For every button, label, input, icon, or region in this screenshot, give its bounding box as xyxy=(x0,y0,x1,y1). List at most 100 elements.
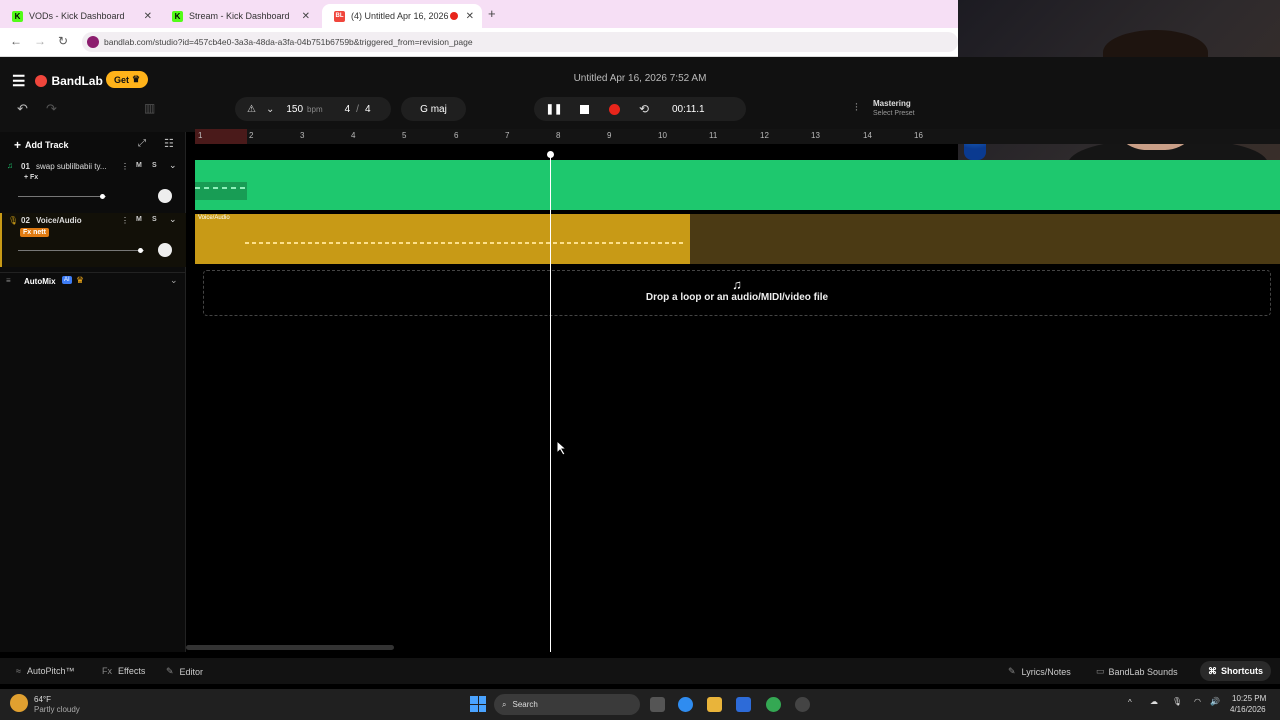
add-track-button[interactable]: + Add Track xyxy=(14,138,69,152)
bar-number: 12 xyxy=(760,131,769,140)
url-text: bandlab.com/studio?id=457cb4e0-3a3a-48da… xyxy=(104,37,473,47)
shortcuts-button[interactable]: ⌘ Shortcuts xyxy=(1200,661,1272,681)
url-field[interactable]: bandlab.com/studio?id=457cb4e0-3a3a-48da… xyxy=(82,32,958,52)
drop-zone[interactable]: ♫ Drop a loop or an audio/MIDI/video fil… xyxy=(203,270,1271,316)
wifi-icon[interactable]: ◠ xyxy=(1194,697,1201,706)
bar-number: 8 xyxy=(556,131,561,140)
file-explorer-icon[interactable] xyxy=(707,697,722,712)
playhead-handle[interactable] xyxy=(547,151,554,158)
settings-icon[interactable]: ☷ xyxy=(164,137,174,150)
bandlab-logo-icon xyxy=(35,75,48,87)
lyrics-button[interactable]: ✎ Lyrics/Notes xyxy=(1008,666,1071,677)
tab-stream[interactable]: K Stream - Kick Dashboard ✕ xyxy=(160,4,318,28)
chevron-up-icon[interactable]: ^ xyxy=(1128,698,1132,707)
tab-bandlab[interactable]: BL (4) Untitled Apr 16, 2026 7:... ✕ xyxy=(322,4,482,28)
more-icon[interactable]: ⋮ xyxy=(121,162,129,171)
bandlab-icon: BL xyxy=(334,10,345,22)
undo-icon[interactable]: ↶ xyxy=(17,101,28,117)
track-header-2[interactable]: 🎙 02 Voice/Audio ⋮ M S ⌄ Fx nett xyxy=(0,213,186,267)
track-lane-1[interactable] xyxy=(195,160,1280,210)
bar-number: 7 xyxy=(505,131,510,140)
tempo-value[interactable]: 150 xyxy=(286,104,303,115)
track-header-1[interactable]: ♫ 01 swap sublilbabii ty... ⋮ M S ⌄ + Fx xyxy=(0,159,186,213)
windows-taskbar: 64°F Partly cloudy ⌕ Search ^ ☁ 🎙 ◠ 🔊 10… xyxy=(0,689,1280,720)
back-icon[interactable]: ← xyxy=(10,34,22,48)
audio-region[interactable] xyxy=(195,182,247,200)
weather-icon xyxy=(10,694,28,712)
time-sig-num[interactable]: 4 xyxy=(345,104,351,115)
mute-button[interactable]: M xyxy=(136,216,142,223)
volume-slider[interactable] xyxy=(18,196,106,197)
edit-icon[interactable]: ⤢ xyxy=(138,138,146,149)
close-icon[interactable]: ✕ xyxy=(302,11,310,22)
chevron-down-icon[interactable]: ⌄ xyxy=(169,160,177,171)
volume-thumb[interactable] xyxy=(138,248,143,253)
lyrics-label: Lyrics/Notes xyxy=(1021,666,1071,677)
pause-icon[interactable]: ❚❚ xyxy=(544,99,564,119)
audio-region[interactable]: Voice/Audio xyxy=(195,214,690,264)
chevron-down-icon[interactable]: ⌄ xyxy=(266,104,274,115)
chrome-icon[interactable] xyxy=(766,697,781,712)
autopitch-label: AutoPitch™ xyxy=(26,666,75,676)
volume-thumb[interactable] xyxy=(100,194,105,199)
loop-region[interactable] xyxy=(195,129,247,144)
redo-icon[interactable]: ↷ xyxy=(46,101,57,117)
site-info-icon[interactable] xyxy=(87,36,99,48)
key-button[interactable]: G maj xyxy=(401,97,466,121)
track-name[interactable]: Voice/Audio xyxy=(36,216,82,225)
solo-button[interactable]: S xyxy=(152,162,157,169)
track-name[interactable]: swap sublilbabii ty... xyxy=(36,162,114,171)
time-sig-den[interactable]: 4 xyxy=(365,104,371,115)
more-icon[interactable]: ⋮ xyxy=(121,216,129,225)
automix-row[interactable]: ≡ AutoMix AI ♛ ⌄ xyxy=(0,272,186,288)
track-lane-2[interactable]: Voice/Audio xyxy=(195,214,1280,264)
get-label: Get xyxy=(114,74,130,85)
menu-icon[interactable]: ☰ xyxy=(12,72,25,90)
effects-button[interactable]: Fx Effects xyxy=(102,666,145,676)
editor-button[interactable]: ✎ Editor xyxy=(166,666,203,677)
store-icon[interactable] xyxy=(736,697,751,712)
loop-icon[interactable]: ⟲ xyxy=(634,99,654,119)
track-number: 02 xyxy=(21,216,30,225)
sounds-button[interactable]: ▭ BandLab Sounds xyxy=(1096,666,1178,677)
fx-button[interactable]: + Fx xyxy=(24,174,38,181)
waveform xyxy=(195,187,247,189)
keyboard-icon[interactable]: ▥ xyxy=(144,101,155,115)
microphone-icon[interactable]: 🎙 xyxy=(1172,697,1182,706)
app-icon[interactable] xyxy=(795,697,810,712)
clock-date[interactable]: 4/16/2026 xyxy=(1230,705,1266,714)
search-field[interactable]: ⌕ Search xyxy=(494,694,640,715)
mastering-button[interactable]: ⫶ Mastering Select Preset xyxy=(847,97,957,121)
horizontal-scrollbar[interactable] xyxy=(186,645,394,650)
chevron-down-icon[interactable]: ⌄ xyxy=(170,275,178,286)
chevron-down-icon[interactable]: ⌄ xyxy=(169,214,177,225)
playhead[interactable] xyxy=(550,154,551,652)
bar-number: 14 xyxy=(863,131,872,140)
tab-vods[interactable]: K VODs - Kick Dashboard ✕ xyxy=(0,4,160,28)
windows-start-icon[interactable] xyxy=(470,696,486,712)
volume-icon[interactable]: 🔊 xyxy=(1210,697,1220,706)
timeline-ruler[interactable]: 1 2 3 4 5 6 7 8 9 10 11 12 13 14 16 xyxy=(195,129,1280,144)
reload-icon[interactable]: ↻ xyxy=(58,34,68,48)
stop-icon[interactable] xyxy=(574,99,594,119)
pan-knob[interactable] xyxy=(158,243,172,257)
pan-knob[interactable] xyxy=(158,189,172,203)
metronome-icon[interactable]: ⚠ xyxy=(247,104,256,115)
onedrive-icon[interactable]: ☁ xyxy=(1150,697,1158,706)
close-icon[interactable]: ✕ xyxy=(466,11,474,22)
volume-slider[interactable] xyxy=(18,250,144,251)
sliders-icon: ⫶ xyxy=(855,102,858,114)
clock-time[interactable]: 10:25 PM xyxy=(1232,694,1266,703)
project-title[interactable]: Untitled Apr 16, 2026 7:52 AM xyxy=(540,73,740,84)
mute-button[interactable]: M xyxy=(136,162,142,169)
close-icon[interactable]: ✕ xyxy=(144,11,152,22)
new-tab-icon[interactable]: + xyxy=(488,6,496,21)
forward-icon[interactable]: → xyxy=(34,34,46,48)
solo-button[interactable]: S xyxy=(152,216,157,223)
task-view-icon[interactable] xyxy=(650,697,665,712)
get-button[interactable]: Get ♛ xyxy=(106,71,149,88)
copilot-icon[interactable] xyxy=(678,697,693,712)
record-icon[interactable] xyxy=(604,99,624,119)
autopitch-button[interactable]: ≈ AutoPitch™ xyxy=(16,666,74,676)
fx-button[interactable]: Fx nett xyxy=(20,228,49,237)
